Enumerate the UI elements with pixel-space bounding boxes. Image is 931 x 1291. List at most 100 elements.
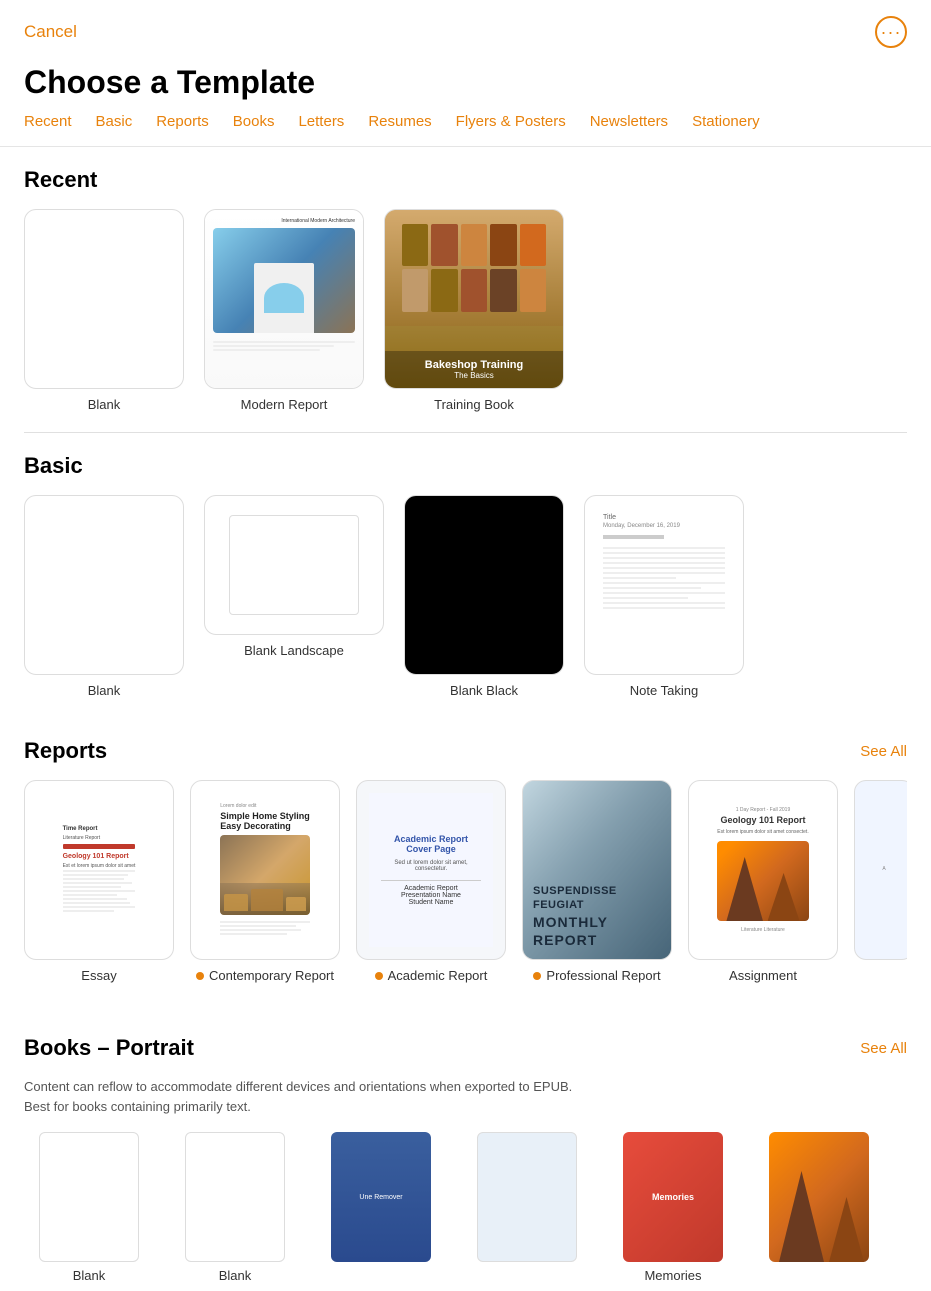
template-label-note-taking: Note Taking bbox=[630, 683, 698, 698]
dot-indicator-professional bbox=[533, 972, 541, 980]
nav-item-newsletters[interactable]: Newsletters bbox=[590, 113, 668, 134]
template-item-blank-black[interactable]: Blank Black bbox=[404, 495, 564, 698]
modern-report-visual: International Modern Architecture bbox=[205, 210, 363, 388]
template-item-professional-report[interactable]: SUSPENDISSE FEUGIAT MONTHLYREPORT Profes… bbox=[522, 780, 672, 983]
academic-visual: Academic ReportCover Page Sed ut lorem d… bbox=[369, 793, 493, 947]
template-item-note-taking[interactable]: Title Monday, December 16, 2019 bbox=[584, 495, 744, 698]
template-thumb-training-book: Bakeshop Training The Basics bbox=[384, 209, 564, 389]
reports-template-row: Time Report Literature Report Geology 10… bbox=[24, 780, 907, 991]
books-description-line1: Content can reflow to accommodate differ… bbox=[24, 1079, 572, 1094]
template-label-academic-report: Academic Report bbox=[375, 968, 488, 983]
books-section-header: Books – Portrait See All bbox=[24, 1035, 907, 1061]
template-thumb-contemporary-report: Lorem dolor edit Simple Home StylingEasy… bbox=[190, 780, 340, 960]
template-thumb-note-taking: Title Monday, December 16, 2019 bbox=[584, 495, 744, 675]
dot-indicator-academic bbox=[375, 972, 383, 980]
dot-indicator-contemporary bbox=[196, 972, 204, 980]
recent-section-title: Recent bbox=[24, 167, 97, 193]
books-description: Content can reflow to accommodate differ… bbox=[24, 1077, 907, 1116]
nav-item-recent[interactable]: Recent bbox=[24, 113, 72, 134]
reports-section-header: Reports See All bbox=[24, 738, 907, 764]
book-thumb-canyon bbox=[769, 1132, 869, 1262]
book-thumb-4 bbox=[477, 1132, 577, 1262]
books-see-all-button[interactable]: See All bbox=[860, 1040, 907, 1057]
label-text-contemporary: Contemporary Report bbox=[209, 968, 334, 983]
template-item-blank-recent[interactable]: Blank bbox=[24, 209, 184, 412]
template-label-blank-landscape: Blank Landscape bbox=[244, 643, 344, 658]
template-item-training-book[interactable]: Bakeshop Training The Basics Training Bo… bbox=[384, 209, 564, 412]
assignment-visual: 1 Day Report - Fall 2019 Geology 101 Rep… bbox=[717, 807, 808, 933]
book-item-blank2[interactable]: Blank bbox=[170, 1132, 300, 1283]
book-thumb-blank2 bbox=[185, 1132, 285, 1262]
template-thumb-blank bbox=[24, 209, 184, 389]
books-section-title: Books – Portrait bbox=[24, 1035, 194, 1061]
template-thumb-assignment: 1 Day Report - Fall 2019 Geology 101 Rep… bbox=[688, 780, 838, 960]
book-item-canyon[interactable] bbox=[754, 1132, 884, 1283]
book-item-memories[interactable]: Memories Memories bbox=[608, 1132, 738, 1283]
template-item-blank-landscape[interactable]: Blank Landscape bbox=[204, 495, 384, 698]
basic-template-grid: Blank Blank Landscape Blank Black Title … bbox=[24, 495, 907, 698]
recent-section-header: Recent bbox=[24, 167, 907, 193]
book-thumb-blank1 bbox=[39, 1132, 139, 1262]
template-thumb-sixth-report: A bbox=[854, 780, 907, 960]
contemporary-visual: Lorem dolor edit Simple Home StylingEasy… bbox=[220, 803, 310, 937]
basic-section: Basic Blank Blank Landscape Blank Black … bbox=[0, 433, 931, 698]
books-section: Books – Portrait See All Content can ref… bbox=[0, 1015, 931, 1291]
reports-section-title: Reports bbox=[24, 738, 107, 764]
template-thumb-professional-report: SUSPENDISSE FEUGIAT MONTHLYREPORT bbox=[522, 780, 672, 960]
memories-label-text: Memories bbox=[652, 1192, 694, 1202]
label-text-professional: Professional Report bbox=[546, 968, 660, 983]
books-template-row: Blank Blank Une Remover Memories Memorie… bbox=[24, 1132, 907, 1291]
template-label-assignment: Assignment bbox=[729, 968, 797, 983]
category-nav: Recent Basic Reports Books Letters Resum… bbox=[0, 113, 931, 147]
page-title: Choose a Template bbox=[0, 56, 931, 113]
template-thumb-modern-report: International Modern Architecture bbox=[204, 209, 364, 389]
book-label-memories: Memories bbox=[644, 1268, 701, 1283]
template-item-contemporary-report[interactable]: Lorem dolor edit Simple Home StylingEasy… bbox=[190, 780, 340, 983]
book-label-blank2: Blank bbox=[219, 1268, 252, 1283]
nav-item-stationery[interactable]: Stationery bbox=[692, 113, 760, 134]
reports-see-all-button[interactable]: See All bbox=[860, 743, 907, 760]
essay-visual: Time Report Literature Report Geology 10… bbox=[63, 826, 136, 914]
template-thumb-blank-black bbox=[404, 495, 564, 675]
nav-item-resumes[interactable]: Resumes bbox=[368, 113, 431, 134]
book-thumb-une-remover: Une Remover bbox=[331, 1132, 431, 1262]
book-thumb-memories: Memories bbox=[623, 1132, 723, 1262]
top-bar: Cancel ··· bbox=[0, 0, 931, 56]
template-item-assignment[interactable]: 1 Day Report - Fall 2019 Geology 101 Rep… bbox=[688, 780, 838, 983]
label-text-academic: Academic Report bbox=[388, 968, 488, 983]
book-label-blank1: Blank bbox=[73, 1268, 106, 1283]
nav-item-basic[interactable]: Basic bbox=[96, 113, 133, 134]
template-label-professional-report: Professional Report bbox=[533, 968, 660, 983]
template-item-blank-basic[interactable]: Blank bbox=[24, 495, 184, 698]
basic-section-title: Basic bbox=[24, 453, 83, 479]
template-thumb-academic-report: Academic ReportCover Page Sed ut lorem d… bbox=[356, 780, 506, 960]
book-item-4[interactable] bbox=[462, 1132, 592, 1283]
nav-item-books[interactable]: Books bbox=[233, 113, 275, 134]
template-item-modern-report[interactable]: International Modern Architecture Modern… bbox=[204, 209, 364, 412]
basic-section-header: Basic bbox=[24, 453, 907, 479]
une-remover-label: Une Remover bbox=[359, 1194, 402, 1201]
building-image bbox=[213, 228, 355, 333]
book-item-une-remover[interactable]: Une Remover bbox=[316, 1132, 446, 1283]
nav-item-flyers[interactable]: Flyers & Posters bbox=[456, 113, 566, 134]
template-item-essay[interactable]: Time Report Literature Report Geology 10… bbox=[24, 780, 174, 983]
nav-item-reports[interactable]: Reports bbox=[156, 113, 209, 134]
template-label-contemporary-report: Contemporary Report bbox=[196, 968, 334, 983]
template-label-training-book: Training Book bbox=[434, 397, 514, 412]
nav-item-letters[interactable]: Letters bbox=[298, 113, 344, 134]
book-item-blank1[interactable]: Blank bbox=[24, 1132, 154, 1283]
template-thumb-essay: Time Report Literature Report Geology 10… bbox=[24, 780, 174, 960]
template-label-blank-black: Blank Black bbox=[450, 683, 518, 698]
recent-section: Recent Blank International Modern Archit… bbox=[0, 147, 931, 412]
template-item-academic-report[interactable]: Academic ReportCover Page Sed ut lorem d… bbox=[356, 780, 506, 983]
more-options-button[interactable]: ··· bbox=[875, 16, 907, 48]
template-label-blank-recent: Blank bbox=[88, 397, 121, 412]
template-item-sixth-report[interactable]: A bbox=[854, 780, 907, 983]
books-description-line2: Best for books containing primarily text… bbox=[24, 1099, 251, 1114]
template-thumb-blank-basic bbox=[24, 495, 184, 675]
reports-section: Reports See All Time Report Literature R… bbox=[0, 718, 931, 1015]
cancel-button[interactable]: Cancel bbox=[24, 22, 77, 42]
note-taking-visual: Title Monday, December 16, 2019 bbox=[595, 506, 733, 664]
template-label-modern-report: Modern Report bbox=[241, 397, 328, 412]
recent-template-grid: Blank International Modern Architecture … bbox=[24, 209, 907, 412]
